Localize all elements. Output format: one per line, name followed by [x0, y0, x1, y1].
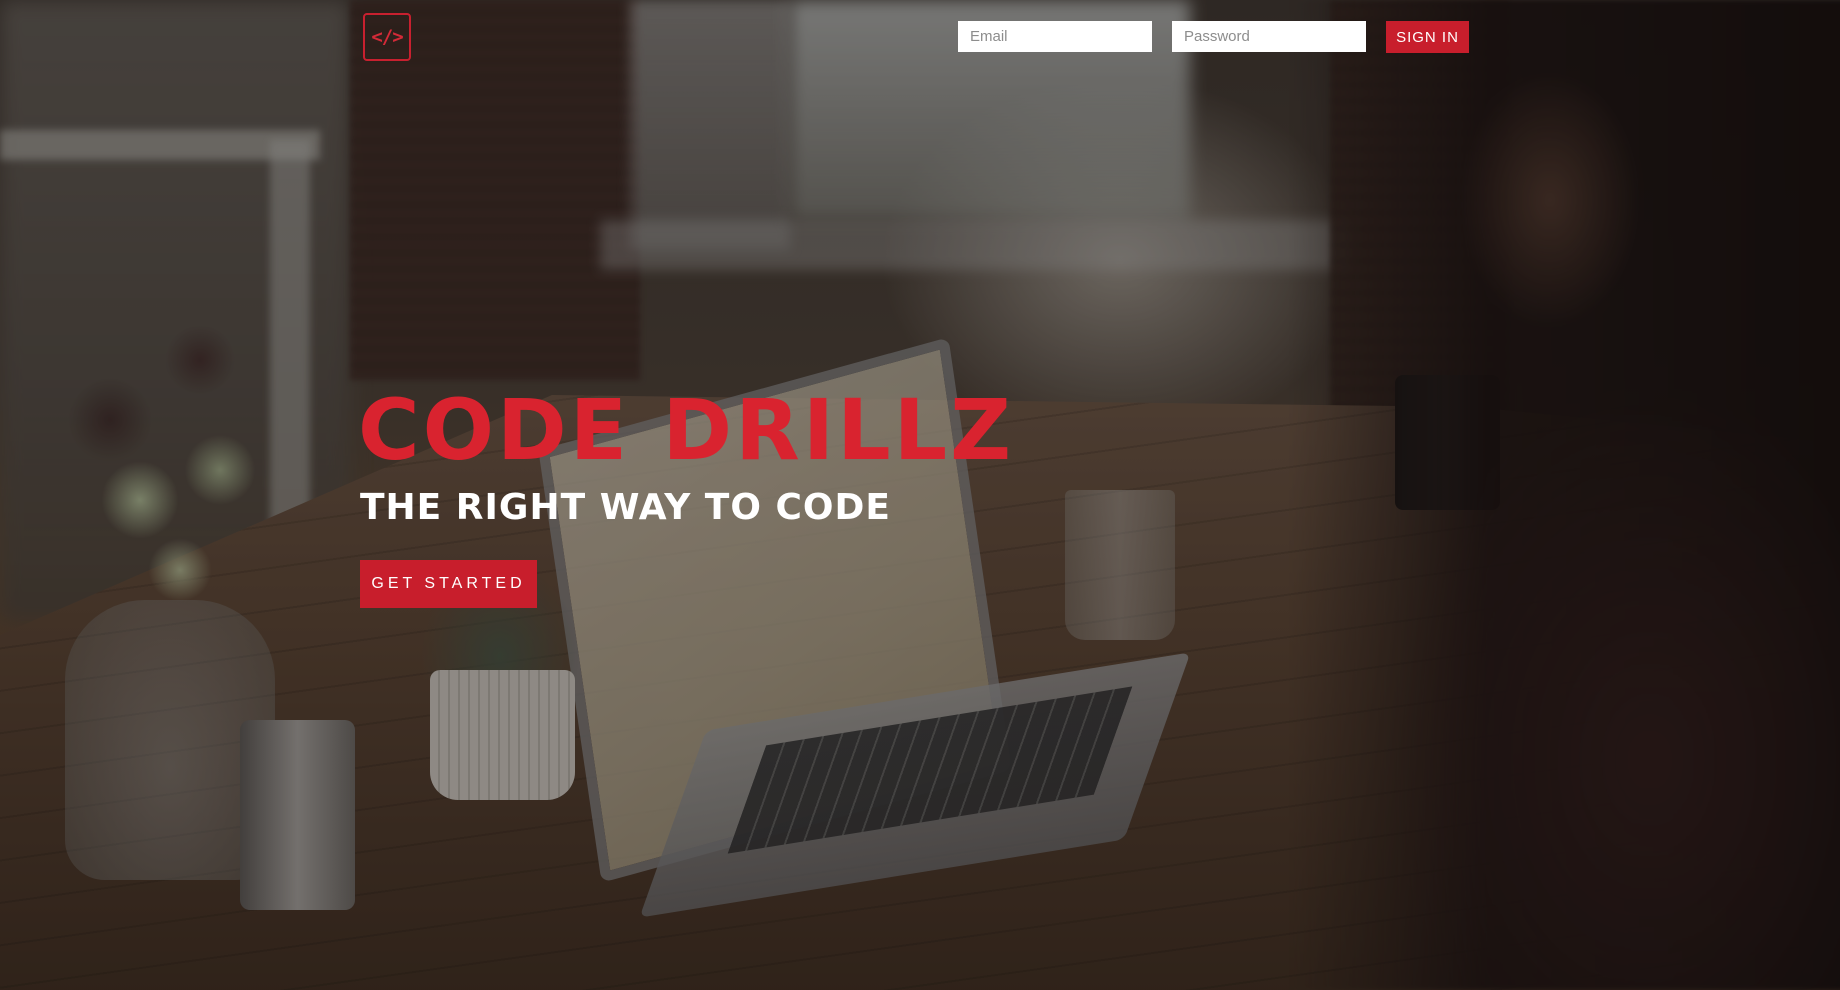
page-subtitle: THE RIGHT WAY TO CODE — [360, 487, 891, 528]
email-field[interactable] — [958, 21, 1152, 52]
get-started-button[interactable]: GET STARTED — [360, 560, 537, 608]
sign-in-button[interactable]: SIGN IN — [1386, 21, 1469, 53]
logo-glyph: </> — [371, 26, 403, 48]
dark-overlay — [0, 0, 1840, 990]
password-field[interactable] — [1172, 21, 1366, 52]
code-brackets-icon[interactable]: </> — [363, 13, 411, 61]
page-title: CODE DRILLZ — [358, 381, 1015, 479]
hero-background-photo — [0, 0, 1840, 990]
